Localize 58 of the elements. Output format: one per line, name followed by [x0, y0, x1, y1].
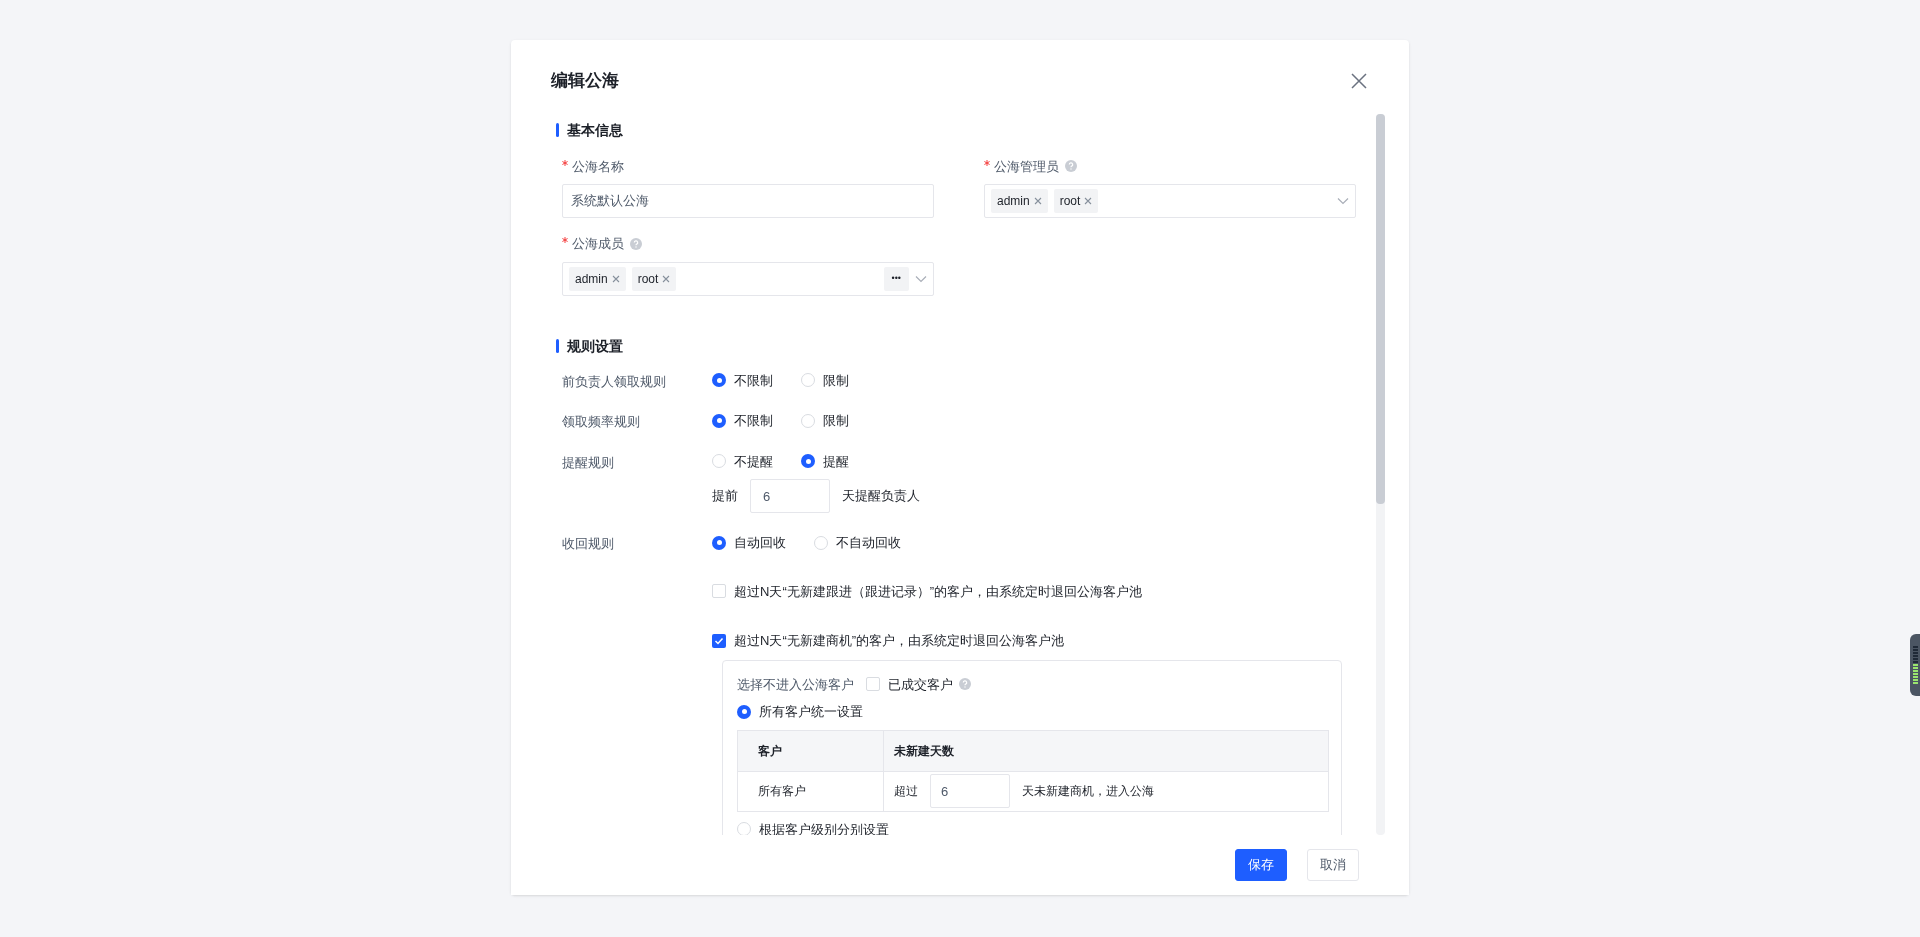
rule-label: 收回规则 [562, 535, 615, 553]
radio-option[interactable]: 限制 [801, 411, 849, 431]
days-suffix: 天未新建商机，进入公海 [1022, 783, 1154, 800]
exclude-label: 选择不进入公海客户 [737, 675, 854, 694]
rule-label: 前负责人领取规则 [562, 372, 667, 391]
remind-prefix: 提前 [712, 487, 738, 506]
remove-icon[interactable] [611, 274, 620, 283]
radio-option[interactable]: 自动回收 [712, 533, 786, 553]
remind-suffix: 天提醒负责人 [842, 487, 920, 506]
days-prefix: 超过 [894, 783, 918, 800]
radio-option[interactable]: 提醒 [801, 451, 849, 471]
cancel-button[interactable]: 取消 [1307, 849, 1359, 881]
column-header: 客户 [758, 742, 782, 760]
checkbox-option[interactable]: 超过N天“无新建跟进（跟进记录）”的客户，由系统定时退回公海客户池 [712, 581, 1356, 601]
save-button[interactable]: 保存 [1235, 849, 1287, 881]
column-header: 未新建天数 [894, 742, 954, 760]
checkbox-square[interactable] [712, 584, 726, 599]
checkbox-option[interactable]: 已成交客户 [866, 674, 953, 694]
more-button[interactable]: ••• [883, 266, 909, 291]
admin-select[interactable]: admin root [984, 184, 1356, 218]
days-input[interactable]: 6 [750, 479, 830, 513]
remove-icon[interactable] [662, 274, 671, 283]
chevron-down-icon [915, 274, 927, 283]
radio-option[interactable]: 不自动回收 [814, 533, 901, 553]
close-icon[interactable] [1351, 72, 1367, 89]
radio-option[interactable]: 不限制 [712, 370, 773, 390]
radio-option[interactable]: 所有客户统一设置 [737, 702, 1329, 722]
section-marker [556, 339, 559, 353]
remove-icon[interactable] [1033, 197, 1042, 205]
scrollbar-thumb[interactable] [1376, 113, 1385, 504]
radio-option[interactable]: 限制 [801, 370, 849, 390]
tag-text: root [637, 270, 659, 288]
member-select[interactable]: admin root ••• [562, 261, 934, 296]
name-input[interactable]: 系统默认公海 [562, 184, 934, 218]
checkbox-square[interactable] [712, 633, 726, 648]
rule-label: 提醒规则 [562, 453, 615, 472]
field-label: 公海名称 [572, 157, 624, 176]
field-label: 公海管理员 [994, 157, 1059, 176]
field-label: 公海成员 [572, 235, 624, 253]
remove-icon[interactable] [1084, 197, 1093, 205]
table-cell-text: 所有客户 [758, 783, 806, 800]
checkmark-icon [714, 635, 724, 646]
help-icon [959, 678, 971, 691]
tag-text: admin [997, 193, 1030, 210]
days-input[interactable]: 6 [930, 774, 1010, 808]
checkbox-option[interactable]: 超过N天“无新建商机”的客户，由系统定时退回公海客户池 [712, 631, 1356, 651]
radio-option[interactable]: 不提醒 [712, 451, 773, 471]
section-heading: 基本信息 [567, 120, 623, 140]
rule-label: 领取频率规则 [562, 413, 641, 431]
level-meter-icon[interactable] [1910, 634, 1920, 696]
tag-text: admin [575, 270, 608, 288]
checkbox-square[interactable] [866, 677, 880, 692]
radio-option[interactable]: 不限制 [712, 411, 773, 431]
chevron-down-icon [1337, 197, 1349, 205]
section-marker [556, 123, 559, 137]
section-heading: 规则设置 [567, 336, 623, 356]
dialog-title: 编辑公海 [551, 70, 619, 92]
tag-text: root [1059, 193, 1081, 210]
